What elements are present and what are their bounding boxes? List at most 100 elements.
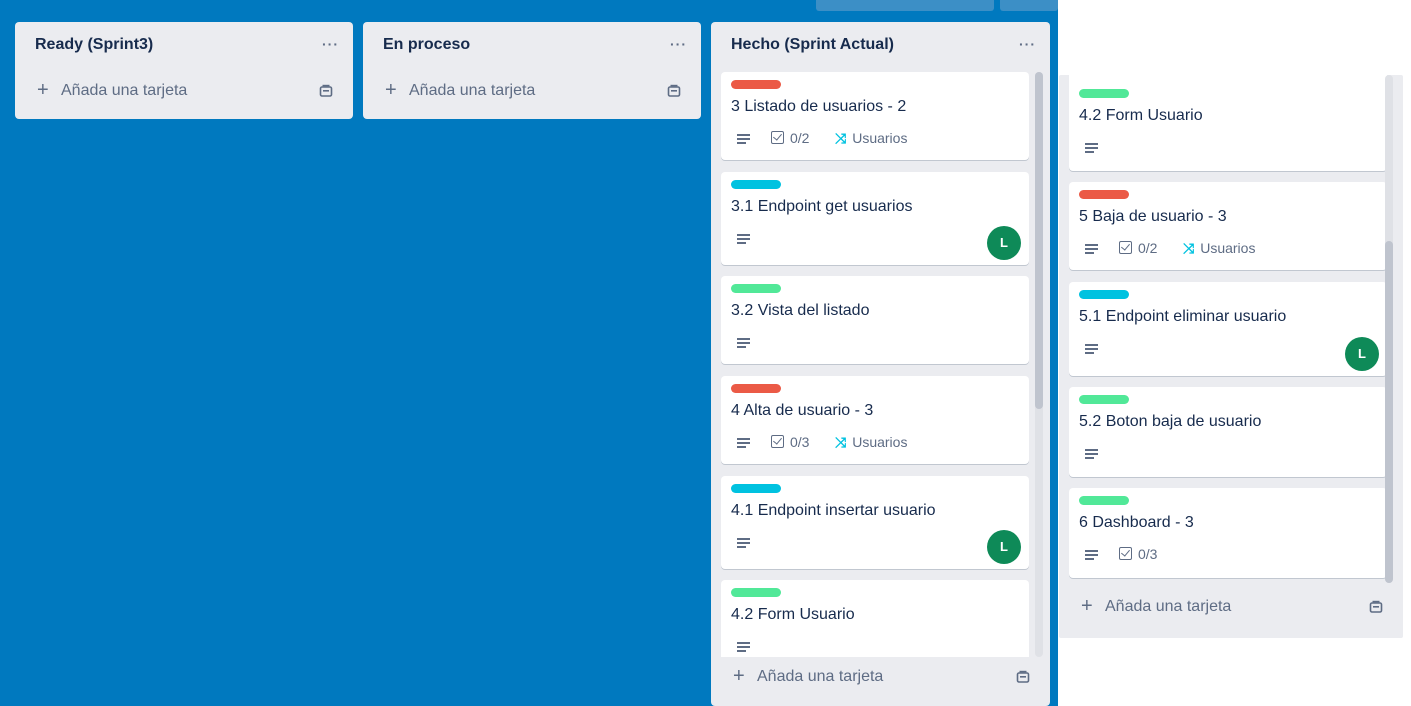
card-label-red[interactable] <box>1079 190 1129 199</box>
list-title[interactable]: Ready (Sprint3) <box>35 36 153 54</box>
description-icon <box>737 642 750 653</box>
card-title: 4 Alta de usuario - 3 <box>731 402 874 419</box>
card[interactable]: 4.2 Form Usuario <box>1069 75 1387 171</box>
checklist-icon <box>771 435 784 448</box>
checklist-badge: 0/2 <box>771 130 809 146</box>
list-scrollbar[interactable] <box>1385 75 1393 583</box>
list-menu-icon[interactable]: ··· <box>1019 36 1036 52</box>
card-title: 3.2 Vista del listado <box>731 302 870 319</box>
custom-field-value: Usuarios <box>1200 240 1256 256</box>
card-title: 3.1 Endpoint get usuarios <box>731 198 913 215</box>
custom-field-value: Usuarios <box>852 434 908 450</box>
plus-icon: + <box>1081 595 1093 617</box>
card[interactable]: 4.2 Form Usuario <box>721 580 1029 657</box>
checklist-badge: 0/3 <box>771 434 809 450</box>
description-icon <box>737 234 750 245</box>
add-card-button[interactable]: + Añada una tarjeta <box>719 660 1042 696</box>
board-canvas: Ready (Sprint3) ··· + Añada una tarjeta … <box>0 0 1058 706</box>
crossed-arrows-icon: ⤨ <box>1183 240 1195 256</box>
description-icon <box>1085 449 1098 460</box>
card-title: 5.1 Endpoint eliminar usuario <box>1079 308 1287 325</box>
card-title: 5 Baja de usuario - 3 <box>1079 208 1227 225</box>
scrollbar-thumb[interactable] <box>1385 241 1393 583</box>
card-template-icon[interactable] <box>1369 600 1383 614</box>
card-title: 3 Listado de usuarios - 2 <box>731 98 907 115</box>
header-button[interactable] <box>1000 0 1058 11</box>
list-en-proceso: En proceso ··· + Añada una tarjeta <box>363 22 701 119</box>
list-hecho-continuation: 4.2 Form Usuario 5 Baja de usuario - 3 0… <box>1059 75 1403 638</box>
plus-icon: + <box>733 665 745 687</box>
header-button[interactable] <box>816 0 994 11</box>
custom-field-value: Usuarios <box>852 130 908 146</box>
card-title: 4.1 Endpoint insertar usuario <box>731 502 936 519</box>
card[interactable]: 4.1 Endpoint insertar usuario L <box>721 476 1029 569</box>
card-label-red[interactable] <box>731 80 781 89</box>
list-menu-icon[interactable]: ··· <box>322 36 339 52</box>
add-card-label: Añada una tarjeta <box>61 82 188 99</box>
card[interactable]: 5.1 Endpoint eliminar usuario L <box>1069 282 1387 376</box>
card-label-green[interactable] <box>1079 496 1129 505</box>
scrollbar-thumb[interactable] <box>1035 72 1043 409</box>
card-list: 3 Listado de usuarios - 2 0/2 ⤨ Usuarios … <box>721 72 1029 657</box>
card-template-icon[interactable] <box>319 84 333 98</box>
card-label-green[interactable] <box>731 588 781 597</box>
list-header[interactable]: Hecho (Sprint Actual) ··· <box>711 22 1050 72</box>
card[interactable]: 6 Dashboard - 3 0/3 <box>1069 488 1387 578</box>
list-menu-icon[interactable]: ··· <box>670 36 687 52</box>
list-title[interactable]: Hecho (Sprint Actual) <box>731 36 894 54</box>
card[interactable]: 5.2 Boton baja de usuario <box>1069 387 1387 477</box>
description-icon <box>1085 143 1098 154</box>
card[interactable]: 3.1 Endpoint get usuarios L <box>721 172 1029 265</box>
list-header[interactable]: Ready (Sprint3) ··· <box>15 22 353 72</box>
add-card-button[interactable]: + Añada una tarjeta <box>23 74 345 110</box>
checklist-icon <box>1119 547 1132 560</box>
card-label-green[interactable] <box>731 284 781 293</box>
list-scrollbar[interactable] <box>1035 72 1043 657</box>
card[interactable]: 5 Baja de usuario - 3 0/2 ⤨ Usuarios <box>1069 182 1387 270</box>
card-label-red[interactable] <box>731 384 781 393</box>
card[interactable]: 3 Listado de usuarios - 2 0/2 ⤨ Usuarios <box>721 72 1029 160</box>
description-icon <box>1085 244 1098 255</box>
add-card-button[interactable]: + Añada una tarjeta <box>371 74 693 110</box>
card[interactable]: 3.2 Vista del listado <box>721 276 1029 364</box>
card-label-cyan[interactable] <box>731 180 781 189</box>
card-label-cyan[interactable] <box>731 484 781 493</box>
checklist-badge: 0/3 <box>1119 546 1157 562</box>
custom-field-badge: ⤨ Usuarios <box>835 130 907 147</box>
description-icon <box>737 438 750 449</box>
member-avatar[interactable]: L <box>1345 337 1379 371</box>
crossed-arrows-icon: ⤨ <box>835 434 847 450</box>
list-hecho-sprint-actual: Hecho (Sprint Actual) ··· 3 Listado de u… <box>711 22 1050 706</box>
card-title: 6 Dashboard - 3 <box>1079 514 1194 531</box>
list-header[interactable]: En proceso ··· <box>363 22 701 72</box>
member-avatar[interactable]: L <box>987 226 1021 260</box>
card-label-cyan[interactable] <box>1079 290 1129 299</box>
list-title[interactable]: En proceso <box>383 36 470 54</box>
checklist-count: 0/2 <box>1138 240 1158 256</box>
card-title: 4.2 Form Usuario <box>731 606 855 623</box>
add-card-button[interactable]: + Añada una tarjeta <box>1067 590 1395 626</box>
card-title: 4.2 Form Usuario <box>1079 107 1203 124</box>
card-label-green[interactable] <box>1079 89 1129 98</box>
list-ready-sprint3: Ready (Sprint3) ··· + Añada una tarjeta <box>15 22 353 119</box>
plus-icon: + <box>37 79 49 101</box>
member-avatar[interactable]: L <box>987 530 1021 564</box>
checklist-count: 0/2 <box>790 130 810 146</box>
card-title: 5.2 Boton baja de usuario <box>1079 413 1262 430</box>
add-card-label: Añada una tarjeta <box>757 668 884 685</box>
checklist-badge: 0/2 <box>1119 240 1157 256</box>
card-label-green[interactable] <box>1079 395 1129 404</box>
card[interactable]: 4 Alta de usuario - 3 0/3 ⤨ Usuarios <box>721 376 1029 464</box>
plus-icon: + <box>385 79 397 101</box>
description-icon <box>737 134 750 145</box>
checklist-icon <box>771 131 784 144</box>
description-icon <box>1085 344 1098 355</box>
crossed-arrows-icon: ⤨ <box>835 130 847 146</box>
checklist-count: 0/3 <box>1138 546 1158 562</box>
card-template-icon[interactable] <box>1016 670 1030 684</box>
add-card-label: Añada una tarjeta <box>1105 598 1232 615</box>
description-icon <box>737 538 750 549</box>
add-card-label: Añada una tarjeta <box>409 82 536 99</box>
card-list: 4.2 Form Usuario 5 Baja de usuario - 3 0… <box>1069 75 1387 583</box>
card-template-icon[interactable] <box>667 84 681 98</box>
